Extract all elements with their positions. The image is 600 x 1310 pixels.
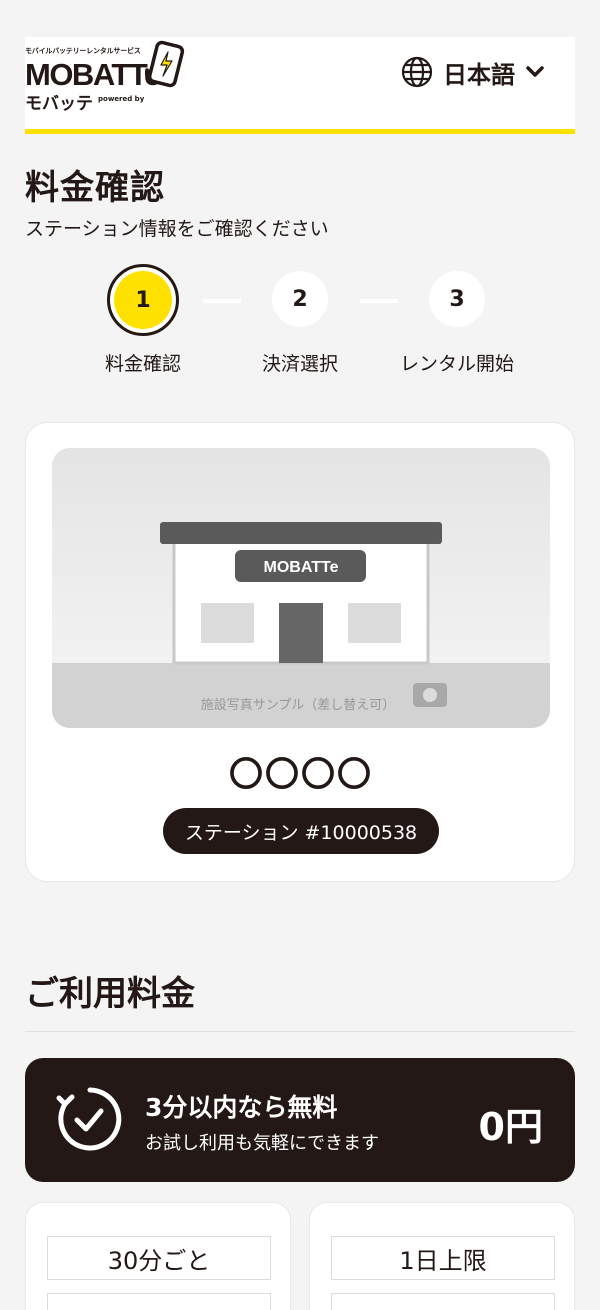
step-connector bbox=[360, 299, 398, 303]
app-header: モバイルバッテリーレンタルサービス MOBATTe モバッテ powered b… bbox=[25, 37, 575, 134]
step-number: 3 bbox=[449, 286, 465, 312]
step-3-indicator: 3 bbox=[429, 271, 485, 327]
language-selector[interactable]: 日本語 bbox=[401, 55, 545, 89]
language-label: 日本語 bbox=[443, 60, 515, 89]
step-2-label: 決済選択 bbox=[261, 353, 338, 375]
step-3-label: レンタル開始 bbox=[399, 353, 514, 375]
globe-icon bbox=[401, 56, 433, 88]
free-price: 0円 bbox=[478, 1105, 543, 1149]
camera-icon bbox=[413, 683, 447, 707]
logo-kana: モバッテ bbox=[25, 94, 93, 114]
clock-refresh-icon bbox=[56, 1087, 122, 1151]
fee-card-per-30min: 30分ごと 150円 bbox=[25, 1202, 291, 1310]
fee-price: 1,000円 bbox=[331, 1293, 555, 1310]
page-title: 料金確認 bbox=[25, 168, 165, 208]
progress-steps: 1 2 3 料金確認 決済選択 レンタル開始 bbox=[0, 262, 600, 382]
station-photo: MOBATTe 施設写真サンプル（差し替え可） bbox=[52, 448, 550, 728]
step-1-label: 料金確認 bbox=[104, 353, 181, 375]
store-sign-text: MOBATTe bbox=[264, 559, 339, 576]
logo-tagline: モバイルバッテリーレンタルサービス bbox=[25, 47, 141, 55]
step-connector bbox=[203, 299, 241, 303]
station-id-badge: ステーション #10000538 bbox=[163, 808, 439, 854]
step-number: 1 bbox=[135, 287, 151, 313]
station-card: MOBATTe 施設写真サンプル（差し替え可） 〇〇〇〇 ステーション #100… bbox=[25, 422, 575, 882]
fees-section-title: ご利用料金 bbox=[25, 974, 195, 1014]
free-trial-banner: 3分以内なら無料 お試し利用も気軽にできます 0円 bbox=[25, 1058, 575, 1182]
page-subtitle: ステーション情報をご確認ください bbox=[25, 218, 329, 240]
free-title: 3分以内なら無料 bbox=[145, 1093, 338, 1122]
logo-powered-by: powered by bbox=[98, 95, 145, 103]
step-1-indicator: 1 bbox=[107, 264, 179, 336]
fee-card-daily-cap: 1日上限 1,000円 bbox=[309, 1202, 575, 1310]
mobatte-logo[interactable]: モバイルバッテリーレンタルサービス MOBATTe モバッテ powered b… bbox=[25, 37, 195, 117]
phone-charge-icon bbox=[144, 40, 185, 88]
photo-caption: 施設写真サンプル（差し替え可） bbox=[201, 697, 396, 713]
fee-label: 1日上限 bbox=[331, 1236, 555, 1280]
free-subtitle: お試し利用も気軽にできます bbox=[145, 1133, 379, 1154]
step-2-indicator: 2 bbox=[272, 271, 328, 327]
section-divider bbox=[25, 1031, 575, 1032]
fee-label: 30分ごと bbox=[47, 1236, 271, 1280]
station-name: 〇〇〇〇 bbox=[229, 755, 373, 795]
fee-price: 150円 bbox=[47, 1293, 271, 1310]
logo-wordmark: MOBATTe bbox=[25, 57, 161, 92]
step-number: 2 bbox=[292, 286, 308, 312]
chevron-down-icon bbox=[526, 66, 544, 77]
